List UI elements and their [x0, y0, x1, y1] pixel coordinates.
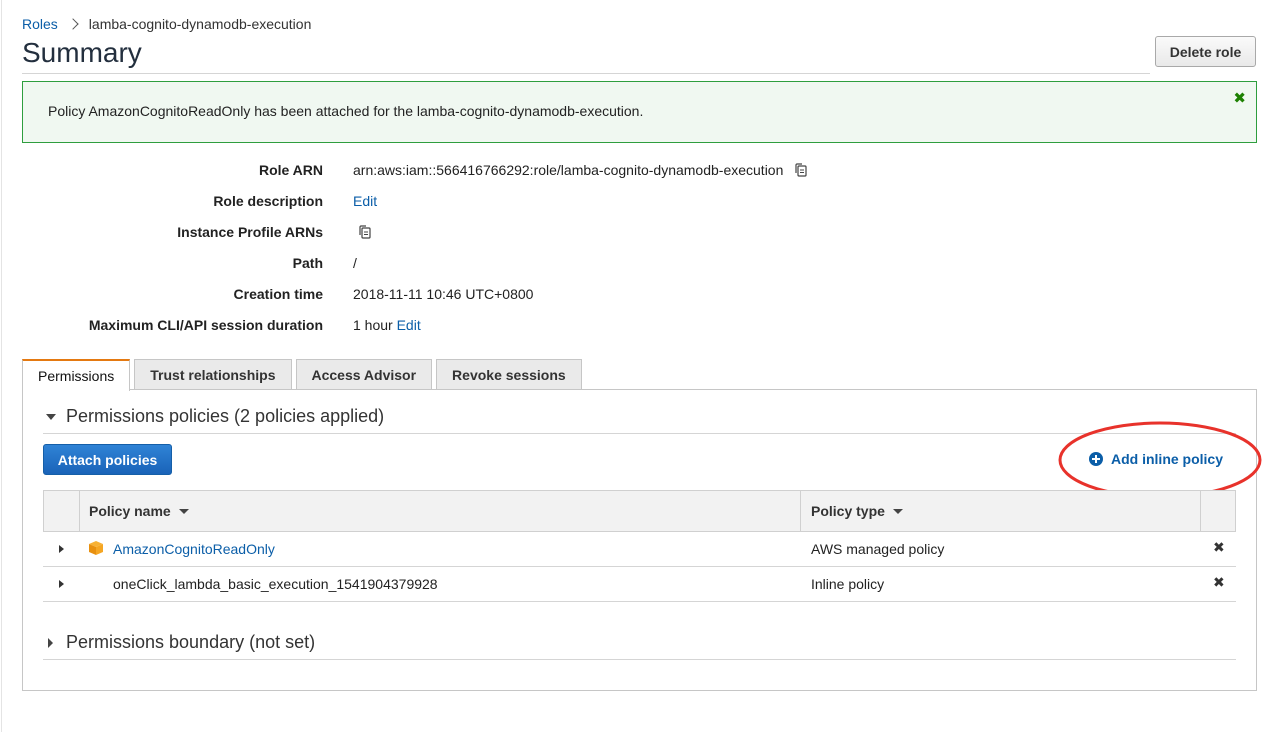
- copy-icon[interactable]: [793, 162, 809, 178]
- success-banner: Policy AmazonCognitoReadOnly has been at…: [22, 81, 1257, 143]
- policy-name: oneClick_lambda_basic_execution_15419043…: [113, 576, 438, 592]
- column-divider: [800, 491, 801, 531]
- expand-row-icon[interactable]: [59, 580, 64, 588]
- policy-type: Inline policy: [811, 576, 885, 592]
- aws-managed-policy-icon: [89, 541, 103, 555]
- role-arn-value-wrap: arn:aws:iam::566416766292:role/lamba-cog…: [353, 162, 809, 178]
- section-divider: [43, 659, 1236, 660]
- instance-profile-value: [353, 224, 373, 240]
- caret-down-icon: [46, 413, 56, 420]
- permissions-boundary-toggle[interactable]: Permissions boundary (not set): [46, 632, 315, 653]
- table-row: oneClick_lambda_basic_execution_15419043…: [43, 567, 1236, 602]
- role-tabs: Permissions Trust relationships Access A…: [22, 359, 586, 391]
- detail-row-path: Path /: [0, 255, 900, 279]
- creation-time-value: 2018-11-11 10:46 UTC+0800: [353, 286, 534, 302]
- breadcrumb: Roles lamba-cognito-dynamodb-execution: [22, 16, 311, 32]
- remove-policy-icon[interactable]: ✖: [1213, 539, 1225, 556]
- path-label: Path: [292, 255, 323, 271]
- column-header-policy-type[interactable]: Policy type: [811, 491, 903, 531]
- tab-revoke-sessions[interactable]: Revoke sessions: [436, 359, 582, 390]
- table-row: AmazonCognitoReadOnly AWS managed policy…: [43, 532, 1236, 567]
- max-session-label: Maximum CLI/API session duration: [88, 317, 323, 333]
- red-annotation-ellipse: [1058, 421, 1262, 499]
- page-title: Summary: [22, 37, 142, 68]
- detail-row-role-description: Role description Edit: [0, 193, 900, 217]
- banner-message: Policy AmazonCognitoReadOnly has been at…: [48, 103, 644, 119]
- policy-name-header-label: Policy name: [89, 503, 171, 519]
- role-description-label: Role description: [213, 193, 323, 209]
- column-divider: [79, 491, 80, 531]
- creation-time-label: Creation time: [233, 286, 323, 302]
- close-icon[interactable]: ✖: [1233, 89, 1246, 107]
- breadcrumb-current: lamba-cognito-dynamodb-execution: [88, 16, 312, 32]
- detail-row-role-arn: Role ARN arn:aws:iam::566416766292:role/…: [0, 162, 900, 186]
- column-header-policy-name[interactable]: Policy name: [89, 491, 189, 531]
- detail-row-max-session: Maximum CLI/API session duration 1 hour …: [0, 317, 900, 341]
- breadcrumb-roles-link[interactable]: Roles: [22, 16, 58, 32]
- tab-permissions[interactable]: Permissions: [22, 359, 131, 391]
- instance-profile-label: Instance Profile ARNs: [177, 224, 323, 240]
- attach-policies-button[interactable]: Attach policies: [43, 444, 172, 475]
- permissions-policies-header: Permissions policies (2 policies applied…: [66, 406, 385, 426]
- permissions-boundary-header: Permissions boundary (not set): [66, 632, 316, 652]
- role-arn-label: Role ARN: [258, 162, 323, 178]
- edit-session-link[interactable]: Edit: [397, 317, 421, 333]
- policy-name-link[interactable]: AmazonCognitoReadOnly: [113, 541, 275, 557]
- copy-icon[interactable]: [357, 224, 373, 240]
- detail-row-instance-profile: Instance Profile ARNs: [0, 224, 900, 248]
- expand-row-icon[interactable]: [59, 545, 64, 553]
- column-divider: [1200, 491, 1201, 531]
- role-description-value: Edit: [353, 193, 377, 209]
- delete-role-button[interactable]: Delete role: [1155, 36, 1256, 67]
- max-session-value-wrap: 1 hour Edit: [353, 317, 421, 333]
- caret-right-icon: [48, 637, 53, 648]
- tab-access-advisor[interactable]: Access Advisor: [295, 359, 433, 390]
- policy-type-header-label: Policy type: [811, 503, 885, 519]
- sort-caret-icon: [892, 508, 903, 514]
- title-divider: [22, 73, 1150, 74]
- edit-description-link[interactable]: Edit: [353, 193, 377, 209]
- left-border: [1, 0, 2, 732]
- tab-trust-relationships[interactable]: Trust relationships: [134, 359, 292, 390]
- remove-policy-icon[interactable]: ✖: [1213, 574, 1225, 591]
- policy-type: AWS managed policy: [811, 541, 945, 557]
- permissions-policies-toggle[interactable]: Permissions policies (2 policies applied…: [46, 406, 384, 427]
- policies-table: Policy name Policy type AmazonCognitoRea…: [43, 490, 1236, 602]
- detail-row-creation-time: Creation time 2018-11-11 10:46 UTC+0800: [0, 286, 900, 310]
- chevron-right-icon: [67, 18, 79, 30]
- table-header: Policy name Policy type: [43, 490, 1236, 532]
- role-arn-value: arn:aws:iam::566416766292:role/lamba-cog…: [353, 162, 784, 178]
- sort-caret-icon: [178, 508, 189, 514]
- max-session-value: 1 hour: [353, 317, 393, 333]
- path-value: /: [353, 255, 357, 271]
